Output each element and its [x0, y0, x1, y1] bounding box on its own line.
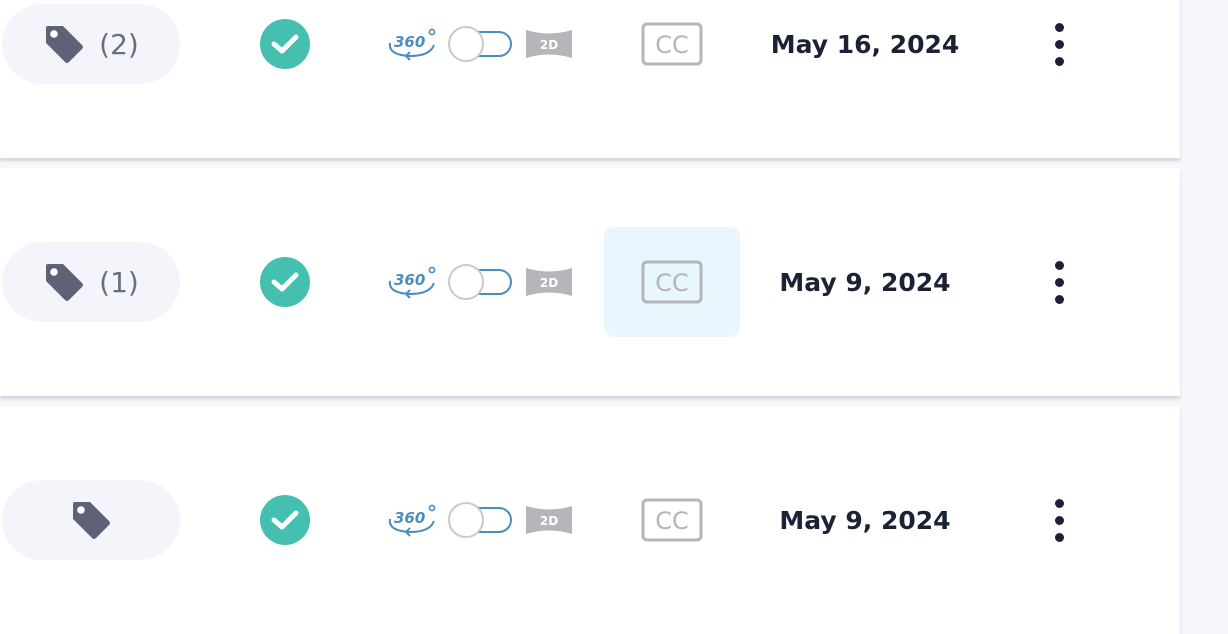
check-circle-icon [260, 495, 310, 545]
date-cell: May 9, 2024 [760, 406, 970, 634]
upload-date: May 9, 2024 [779, 267, 951, 297]
date-cell: May 16, 2024 [760, 0, 970, 158]
table-row: 360 2D CC May 9, 2024 [0, 406, 1180, 634]
closed-captions-icon: CC [641, 260, 703, 304]
tags-button[interactable]: (1) [2, 242, 180, 322]
status-cell [254, 406, 316, 634]
date-cell: May 9, 2024 [760, 168, 970, 396]
view-mode-cell: 360 2D [380, 0, 580, 158]
tag-icon [73, 502, 110, 539]
flat-2d-icon: 2D [526, 268, 572, 296]
flat-2d-label: 2D [540, 276, 558, 290]
tags-cell [2, 406, 180, 634]
captions-cell: CC [604, 168, 740, 396]
flat-2d-icon: 2D [526, 506, 572, 534]
closed-captions-button[interactable]: CC [604, 465, 740, 575]
view-mode-toggle[interactable] [448, 502, 514, 538]
closed-captions-icon: CC [641, 498, 703, 542]
status-cell [254, 0, 316, 158]
captions-cell: CC [604, 0, 740, 158]
closed-captions-icon: CC [641, 22, 703, 66]
rotate-360-icon: 360 [388, 504, 436, 537]
tags-button[interactable]: (2) [2, 4, 180, 84]
kebab-menu-icon[interactable] [1038, 14, 1080, 74]
flat-2d-icon: 2D [526, 30, 572, 58]
check-circle-icon [260, 19, 310, 69]
view-mode-cell: 360 2D [380, 406, 580, 634]
flat-2d-label: 2D [540, 38, 558, 52]
rotate-360-icon: 360 [388, 266, 436, 299]
tag-icon [46, 264, 84, 301]
kebab-menu-icon[interactable] [1038, 252, 1080, 312]
status-cell [254, 168, 316, 396]
kebab-menu-icon[interactable] [1038, 490, 1080, 550]
captions-label: CC [655, 31, 689, 59]
check-circle-icon [260, 257, 310, 307]
upload-date: May 9, 2024 [779, 505, 951, 535]
captions-label: CC [655, 269, 689, 297]
video-list: (2) 360 2D CC May 16, 2024 (1) 360 2D CC… [0, 0, 1180, 634]
menu-cell [1038, 0, 1080, 158]
mode-360-label: 360 [394, 271, 425, 289]
tags-cell: (2) [2, 0, 180, 158]
mode-360-label: 360 [394, 509, 425, 527]
rotate-360-icon: 360 [388, 28, 436, 61]
menu-cell [1038, 168, 1080, 396]
tags-button[interactable] [2, 480, 180, 560]
captions-label: CC [655, 507, 689, 535]
view-mode-cell: 360 2D [380, 168, 580, 396]
closed-captions-button[interactable]: CC [604, 0, 740, 99]
closed-captions-button[interactable]: CC [604, 227, 740, 337]
view-mode-toggle[interactable] [448, 26, 514, 62]
table-row: (2) 360 2D CC May 16, 2024 [0, 0, 1180, 158]
tag-icon [46, 26, 84, 63]
captions-cell: CC [604, 406, 740, 634]
menu-cell [1038, 406, 1080, 634]
mode-360-label: 360 [394, 33, 425, 51]
flat-2d-label: 2D [540, 514, 558, 528]
view-mode-toggle[interactable] [448, 264, 514, 300]
tag-count: (2) [99, 27, 139, 61]
table-row: (1) 360 2D CC May 9, 2024 [0, 168, 1180, 396]
tag-count: (1) [99, 265, 139, 299]
tags-cell: (1) [2, 168, 180, 396]
upload-date: May 16, 2024 [770, 29, 960, 59]
